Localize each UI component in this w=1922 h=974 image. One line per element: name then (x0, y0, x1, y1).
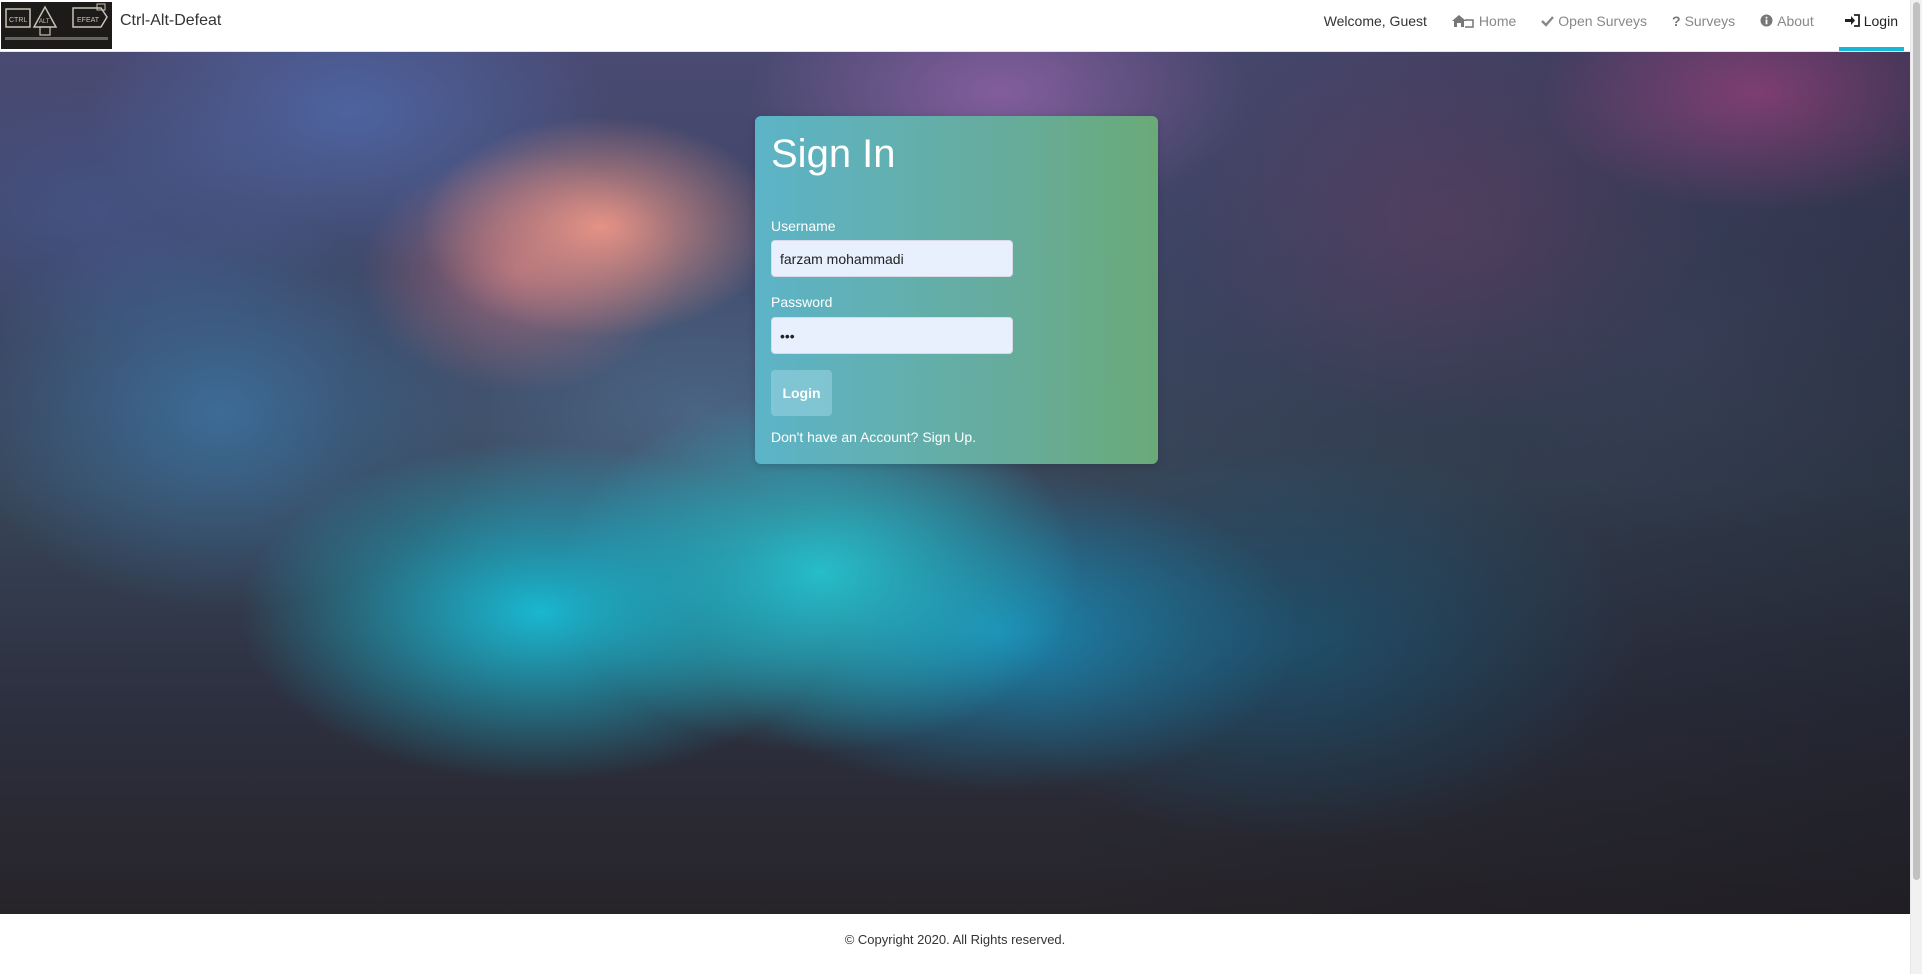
nav-login-label: Login (1863, 12, 1898, 29)
nav-surveys[interactable]: ? Surveys (1672, 0, 1735, 51)
top-navbar: CTRL ALT EFEAT Ctrl-Alt-Defeat Welcome, … (0, 0, 1910, 52)
welcome-text: Welcome, Guest (1323, 12, 1427, 29)
info-icon (1760, 14, 1773, 27)
username-input[interactable] (771, 240, 1013, 277)
nav-home-label: Home (1478, 12, 1517, 29)
signup-prompt: Don't have an Account? Sign Up. (771, 429, 976, 445)
sign-in-card: Sign In Username Password Login Don't ha… (755, 116, 1158, 464)
copyright-text: © Copyright 2020. All Rights reserved. (844, 931, 1066, 947)
svg-text:CTRL: CTRL (9, 17, 27, 24)
logo-graphic: CTRL ALT EFEAT (1, 2, 112, 49)
site-logo[interactable]: CTRL ALT EFEAT (1, 2, 112, 49)
nav-menu: Welcome, Guest Home Open Surveys ? Surve (1324, 0, 1910, 51)
password-label: Password (771, 294, 833, 310)
check-icon (1541, 15, 1555, 27)
password-input[interactable] (771, 317, 1013, 354)
svg-text:EFEAT: EFEAT (77, 17, 100, 24)
nav-open-surveys[interactable]: Open Surveys (1541, 0, 1647, 51)
page-scrollbar[interactable] (1910, 0, 1922, 974)
signup-link[interactable]: Don't have an Account? Sign Up. (771, 429, 976, 445)
sign-in-icon (1844, 14, 1860, 27)
home-icon (1451, 14, 1475, 28)
nav-home[interactable]: Home (1451, 0, 1516, 51)
sign-in-title: Sign In (771, 132, 896, 176)
svg-text:ALT: ALT (39, 19, 50, 25)
username-label: Username (771, 218, 836, 234)
question-icon: ? (1672, 12, 1681, 29)
nav-login[interactable]: Login (1838, 0, 1905, 51)
nav-about-label: About (1777, 12, 1814, 29)
nav-surveys-label: Surveys (1684, 12, 1736, 29)
brand-name[interactable]: Ctrl-Alt-Defeat (120, 12, 221, 30)
nav-open-surveys-label: Open Surveys (1558, 12, 1647, 29)
scrollbar-thumb[interactable] (1913, 2, 1920, 880)
nav-about[interactable]: About (1760, 0, 1814, 51)
page-footer: © Copyright 2020. All Rights reserved. (0, 914, 1910, 974)
login-button[interactable]: Login (771, 370, 832, 416)
